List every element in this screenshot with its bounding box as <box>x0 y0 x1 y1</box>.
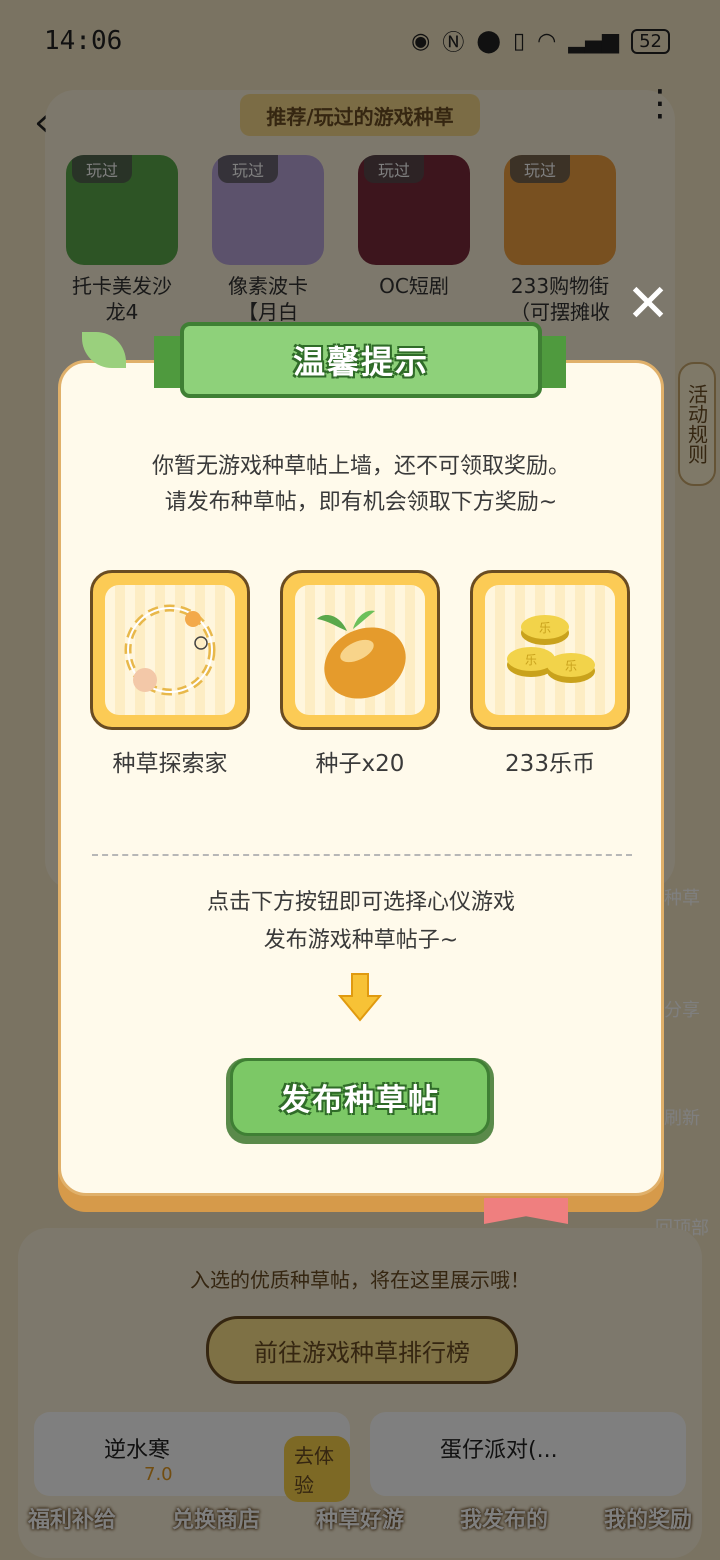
seed-icon <box>317 610 406 699</box>
reward-label: 种草探索家 <box>112 751 228 777</box>
svg-text:乐: 乐 <box>565 659 577 673</box>
svg-text:乐: 乐 <box>539 621 551 635</box>
close-icon[interactable]: ✕ <box>622 278 674 330</box>
reward-item: 种草探索家 <box>90 570 250 778</box>
coins-icon: 乐 乐 乐 <box>507 615 595 683</box>
reward-item: 种子x20 <box>280 570 440 778</box>
dialog-hint-line1: 点击下方按钮即可选择心仪游戏 <box>206 890 515 915</box>
dialog-hint-line2: 发布游戏种草帖子~ <box>263 928 459 953</box>
reward-box <box>90 570 250 730</box>
reward-box: 乐 乐 乐 <box>470 570 630 730</box>
dialog-message-line2: 请发布种草帖，即有机会领取下方奖励~ <box>164 490 558 515</box>
publish-post-label: 发布种草帖 <box>280 1083 440 1118</box>
dialog-message-line1: 你暂无游戏种草帖上墙，还不可领取奖励。 <box>151 454 570 479</box>
arrow-down-icon <box>338 973 382 1022</box>
avatar-frame-icon <box>124 604 216 696</box>
reward-label: 种子x20 <box>315 751 405 777</box>
divider <box>92 854 632 856</box>
dialog-title-banner: 温馨提示 <box>180 322 542 398</box>
reward-label: 233乐币 <box>505 751 595 777</box>
svg-text:乐: 乐 <box>525 653 537 667</box>
dialog-title: 温馨提示 <box>292 343 429 381</box>
publish-post-button[interactable]: 发布种草帖 <box>226 1058 494 1144</box>
reward-box <box>280 570 440 730</box>
reward-item: 乐 乐 乐 233乐币 <box>470 570 630 778</box>
